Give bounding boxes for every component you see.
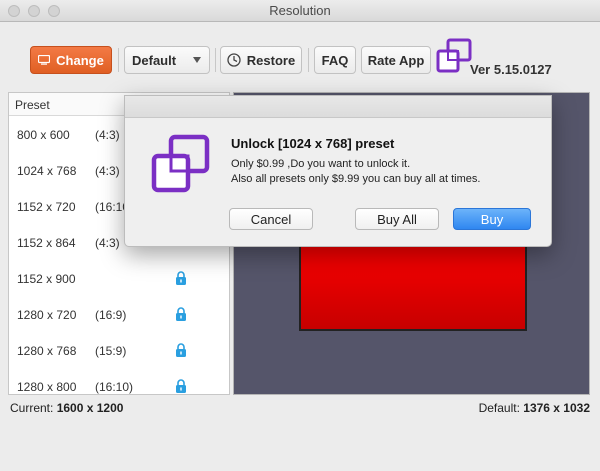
window-title: Resolution bbox=[269, 3, 331, 18]
preset-resolution: 1280 x 800 bbox=[17, 380, 77, 394]
change-label: Change bbox=[56, 52, 104, 68]
preset-resolution: 800 x 600 bbox=[17, 128, 70, 142]
preset-ratio: (4:3) bbox=[95, 164, 120, 178]
app-logo-icon bbox=[436, 38, 472, 73]
default-res-value: 1376 x 1032 bbox=[523, 401, 590, 415]
default-label: Default bbox=[132, 52, 177, 68]
current-label: Current: bbox=[10, 401, 54, 415]
preset-row[interactable]: 1280 x 800 (16:10) bbox=[9, 368, 229, 394]
restore-button[interactable]: Restore bbox=[220, 46, 302, 74]
monitor-icon bbox=[38, 55, 51, 65]
lock-icon bbox=[176, 307, 186, 321]
preset-ratio: (15:9) bbox=[95, 344, 127, 358]
preset-resolution: 1152 x 864 bbox=[17, 236, 76, 250]
title-bar: Resolution bbox=[0, 0, 600, 22]
toolbar-divider bbox=[118, 48, 119, 72]
toolbar: Change Default Restore FAQ Rate App Ver … bbox=[12, 34, 588, 92]
change-button[interactable]: Change bbox=[30, 46, 112, 74]
default-preset-dropdown[interactable]: Default bbox=[124, 46, 210, 74]
app-window: Resolution Change Default Restore FAQ Ra… bbox=[0, 0, 600, 471]
preset-ratio: (4:3) bbox=[95, 128, 120, 142]
lock-icon bbox=[176, 343, 186, 357]
dialog-title: Unlock [1024 x 768] preset bbox=[231, 136, 395, 151]
preset-row[interactable]: 1280 x 768 (15:9) bbox=[9, 332, 229, 368]
chevron-down-icon bbox=[193, 57, 201, 63]
lock-icon bbox=[176, 379, 186, 393]
preset-ratio: (16:9) bbox=[95, 308, 127, 322]
preset-resolution: 1280 x 768 bbox=[17, 344, 77, 358]
unlock-dialog: Unlock [1024 x 768] preset Only $0.99 ,D… bbox=[124, 95, 552, 247]
preset-row[interactable]: 1152 x 900 bbox=[9, 260, 229, 296]
buy-all-button[interactable]: Buy All bbox=[355, 208, 439, 230]
dialog-message-line: Also all presets only $9.99 you can buy … bbox=[231, 173, 481, 185]
faq-label: FAQ bbox=[321, 52, 349, 68]
dialog-title-bar bbox=[125, 96, 551, 118]
current-value: 1600 x 1200 bbox=[56, 401, 124, 415]
buy-button[interactable]: Buy bbox=[453, 208, 531, 230]
rate-label: Rate App bbox=[367, 52, 425, 68]
preset-resolution: 1152 x 900 bbox=[17, 272, 76, 286]
preset-resolution: 1280 x 720 bbox=[17, 308, 77, 322]
preset-ratio: (16:10) bbox=[95, 380, 134, 394]
toolbar-divider bbox=[308, 48, 309, 72]
restore-label: Restore bbox=[246, 52, 296, 68]
faq-button[interactable]: FAQ bbox=[314, 46, 356, 74]
rate-app-button[interactable]: Rate App bbox=[361, 46, 431, 74]
lock-icon bbox=[176, 271, 186, 285]
app-logo-icon bbox=[151, 134, 210, 193]
cancel-button[interactable]: Cancel bbox=[229, 208, 313, 230]
toolbar-divider bbox=[215, 48, 216, 72]
preset-resolution: 1152 x 720 bbox=[17, 200, 76, 214]
preset-row[interactable]: 1280 x 720 (16:9) bbox=[9, 296, 229, 332]
dialog-message-line: Only $0.99 ,Do you want to unlock it. bbox=[231, 158, 411, 170]
current-resolution: Current: 1600 x 1200 bbox=[10, 401, 123, 415]
preview-screen bbox=[299, 243, 527, 331]
default-resolution: Default: 1376 x 1032 bbox=[479, 401, 590, 415]
clock-icon bbox=[227, 53, 241, 67]
preset-resolution: 1024 x 768 bbox=[17, 164, 77, 178]
preset-ratio: (4:3) bbox=[95, 236, 120, 250]
default-res-label: Default: bbox=[478, 401, 520, 415]
version-label: Ver 5.15.0127 bbox=[470, 62, 552, 77]
